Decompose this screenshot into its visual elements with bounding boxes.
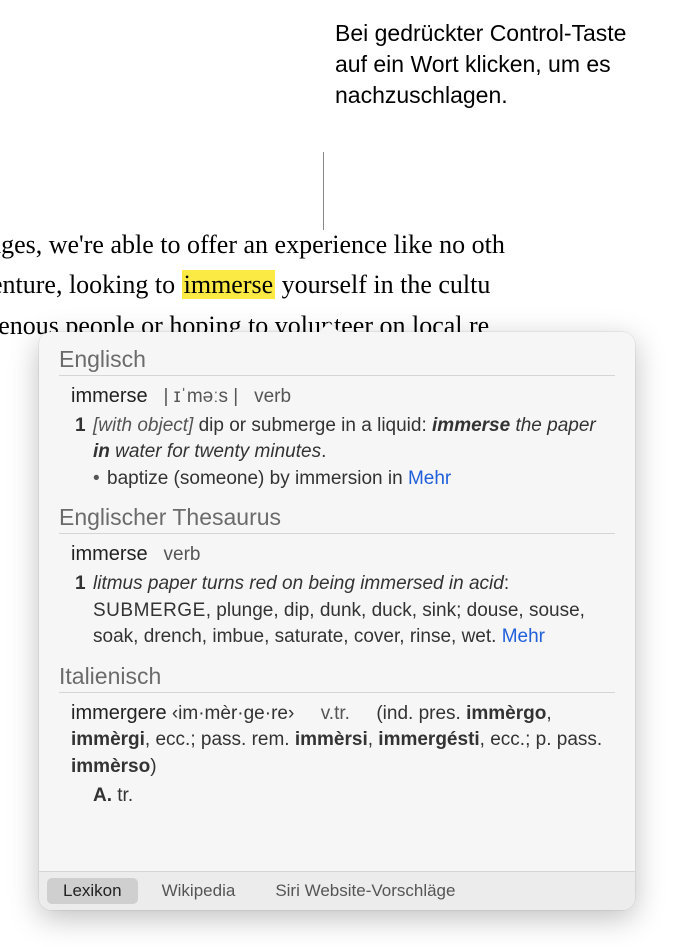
- text-fragment: .: [321, 441, 326, 462]
- text-fragment: yourself in the cultu: [275, 270, 490, 299]
- definition-text: dip or submerge in a liquid:: [193, 415, 432, 436]
- text-fragment: baptize (someone) by immersion in: [107, 468, 408, 489]
- text-fragment: ,: [368, 729, 379, 750]
- headword: immergere: [71, 702, 167, 724]
- definition-number: 1: [75, 413, 93, 440]
- text-fragment: , ecc.; pass. rem.: [145, 729, 295, 750]
- thesaurus-example: litmus paper turns red on being immersed…: [93, 573, 504, 594]
- popover-content[interactable]: Englisch immerse | ɪˈməːs | verb 1[with …: [39, 332, 635, 871]
- highlighted-word[interactable]: immerse: [182, 270, 276, 299]
- text-fragment: the paper: [510, 415, 596, 436]
- help-callout: Bei gedrückter Control-Taste auf ein Wor…: [335, 18, 645, 111]
- primary-synonym: SUBMERGE: [93, 600, 206, 621]
- more-link[interactable]: Mehr: [408, 468, 451, 489]
- document-line-2[interactable]: dventure, looking to immerse yourself in…: [0, 265, 676, 305]
- definition-block: A. tr.: [71, 783, 615, 810]
- part-of-speech: verb: [254, 386, 291, 407]
- inflection: immèrgo: [466, 703, 546, 724]
- text-fragment: water for twenty minutes: [110, 441, 321, 462]
- dictionary-entry-italian: immergere ‹im·mèr·ge·re› v.tr. (ind. pre…: [59, 699, 615, 809]
- text-fragment: ckages, we're able to offer an experienc…: [0, 230, 505, 259]
- inflection: immèrsi: [295, 729, 368, 750]
- text-fragment: ,: [546, 703, 551, 724]
- tab-wikipedia[interactable]: Wikipedia: [146, 878, 252, 904]
- definition-number: 1: [75, 571, 93, 598]
- tab-siri-suggestions[interactable]: Siri Website-Vorschläge: [259, 878, 471, 904]
- part-of-speech: verb: [164, 544, 201, 565]
- section-header-english: Englisch: [59, 346, 615, 376]
- pronunciation: | ɪˈməːs |: [164, 386, 239, 407]
- headword: immerse: [71, 543, 148, 565]
- callout-leader-line: [323, 152, 324, 230]
- inflection: immèrgi: [71, 729, 145, 750]
- text-fragment: ): [150, 756, 156, 777]
- definition-block: 1litmus paper turns red on being immerse…: [71, 571, 615, 651]
- text-fragment: dventure, looking to: [0, 270, 182, 299]
- popover-footer: Lexikon Wikipedia Siri Website-Vorschläg…: [39, 871, 635, 910]
- popover-arrow: [319, 322, 339, 332]
- text-fragment: :: [504, 573, 509, 594]
- definition-block: 1[with object] dip or submerge in a liqu…: [71, 413, 615, 493]
- section-header-italian: Italienisch: [59, 663, 615, 693]
- inflection-intro: (ind. pres.: [376, 703, 466, 724]
- text-fragment: , ecc.; p. pass.: [480, 729, 603, 750]
- syllabification: ‹im·mèr·ge·re›: [172, 703, 294, 724]
- callout-text: Bei gedrückter Control-Taste auf ein Wor…: [335, 20, 626, 108]
- section-header-thesaurus: Englischer Thesaurus: [59, 504, 615, 534]
- lookup-popover: Englisch immerse | ɪˈməːs | verb 1[with …: [39, 332, 635, 910]
- tab-lexikon[interactable]: Lexikon: [47, 878, 138, 904]
- sense-pos: tr.: [117, 785, 133, 806]
- headword: immerse: [71, 385, 148, 407]
- inflection: immergésti: [378, 729, 479, 750]
- more-link[interactable]: Mehr: [502, 626, 545, 647]
- inflection: immèrso: [71, 756, 150, 777]
- part-of-speech: v.tr.: [321, 703, 350, 724]
- document-line-1[interactable]: ckages, we're able to offer an experienc…: [0, 225, 676, 265]
- sub-definition: baptize (someone) by immersion in Mehr: [93, 466, 615, 493]
- example-keyword: immerse: [432, 415, 510, 436]
- sense-label: A.: [93, 785, 112, 806]
- dictionary-entry-english: immerse | ɪˈməːs | verb 1[with object] d…: [59, 382, 615, 492]
- grammar-note: [with object]: [93, 415, 193, 436]
- example-keyword: in: [93, 441, 110, 462]
- thesaurus-entry: immerse verb 1litmus paper turns red on …: [59, 540, 615, 650]
